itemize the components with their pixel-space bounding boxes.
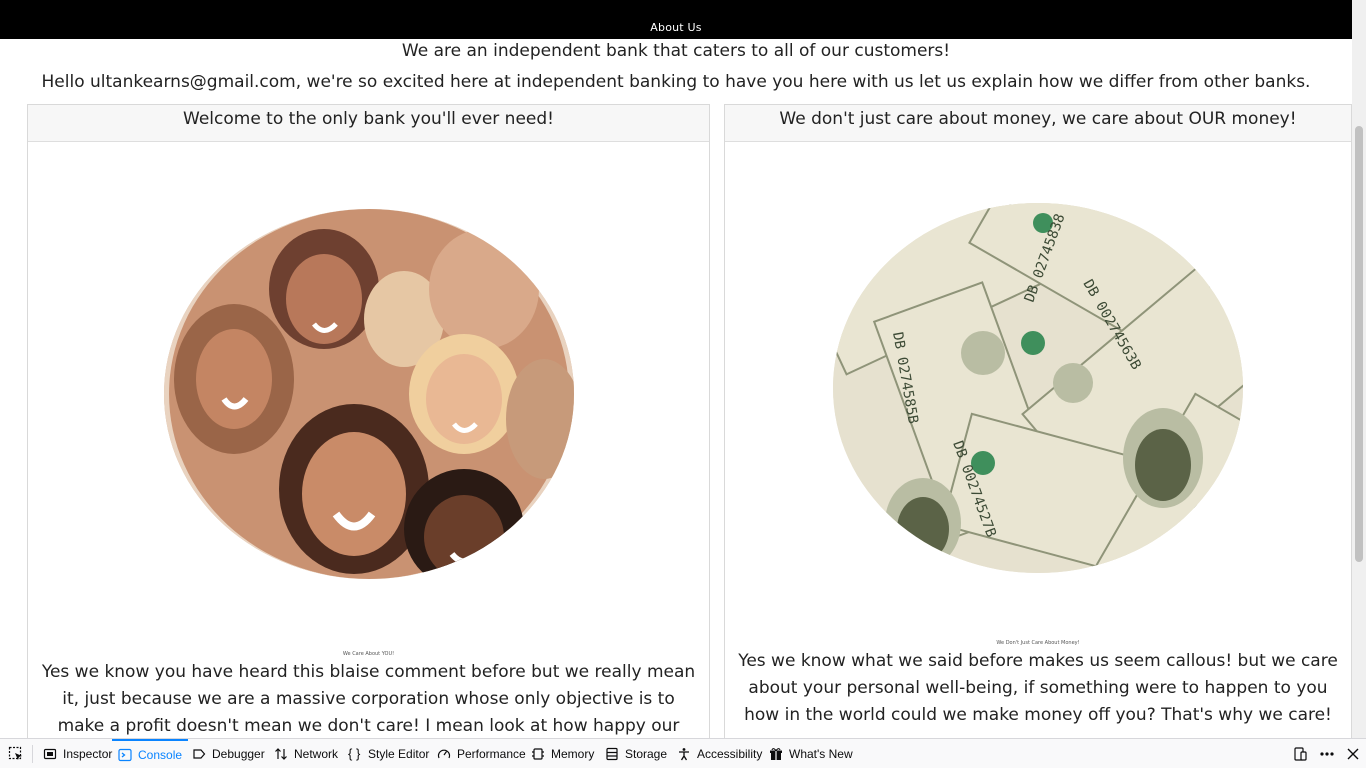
tab-label: Accessibility [697, 746, 763, 761]
page-scrollbar-thumb[interactable] [1355, 126, 1363, 562]
tab-label: Debugger [212, 746, 265, 761]
toolbar-separator [32, 745, 33, 763]
tab-label: What's New [789, 746, 853, 761]
inspector-icon [43, 748, 57, 759]
tab-console[interactable]: Console [112, 739, 189, 768]
nav-about-us-link[interactable]: About Us [0, 21, 1352, 34]
money-pile-photo: DB 02745838 DB 00274563B DB 0274585B DB … [833, 203, 1243, 573]
tab-inspector[interactable]: Inspector [37, 739, 118, 768]
network-icon [275, 747, 287, 760]
gift-icon [770, 747, 782, 760]
card-header: We don't just care about money, we care … [725, 105, 1351, 142]
tab-label: Style Editor [368, 746, 430, 761]
card-header: Welcome to the only bank you'll ever nee… [28, 105, 709, 142]
photo-caption: We Care About YOU! [342, 651, 395, 657]
card-body-text: Yes we know what we said before makes us… [738, 651, 1338, 725]
tab-label: Console [138, 747, 183, 762]
tab-label: Performance [457, 746, 526, 761]
tab-label: Memory [551, 746, 595, 761]
tab-label: Inspector [63, 746, 113, 761]
devtools-toolbar: Inspector Console Debugger Network { } S… [0, 738, 1366, 768]
accessibility-icon [679, 747, 689, 760]
close-icon[interactable] [1345, 746, 1361, 762]
tab-accessibility[interactable]: Accessibility [671, 739, 768, 768]
happy-customers-photo [164, 209, 574, 579]
storage-icon [606, 747, 618, 760]
memory-icon [532, 747, 544, 760]
tab-memory[interactable]: Memory [525, 739, 600, 768]
card-customers: Welcome to the only bank you'll ever nee… [27, 104, 710, 744]
console-icon [118, 748, 132, 761]
tab-label: Network [294, 746, 339, 761]
tab-performance[interactable]: Performance [431, 739, 532, 768]
style-editor-icon: { } [348, 745, 361, 761]
tab-network[interactable]: Network [268, 739, 344, 768]
tab-label: Storage [625, 746, 668, 761]
photo-caption: We Don't Just Care About Money! [996, 640, 1080, 646]
intro-greeting: Hello ultankearns@gmail.com, we're so ex… [41, 72, 1311, 92]
card-body-text: Yes we know you have heard this blaise c… [41, 662, 696, 736]
tab-style-editor[interactable]: { } Style Editor [342, 739, 435, 768]
tab-whats-new[interactable]: What's New [763, 739, 859, 768]
top-navbar: About Us [0, 0, 1352, 39]
tab-debugger[interactable]: Debugger [186, 739, 271, 768]
tab-storage[interactable]: Storage [599, 739, 673, 768]
element-picker-icon[interactable] [8, 746, 24, 762]
card-money: We don't just care about money, we care … [724, 104, 1352, 744]
performance-icon [437, 749, 451, 758]
intro-heading: We are an independent bank that caters t… [401, 41, 951, 61]
debugger-icon [193, 748, 206, 759]
more-options-icon[interactable] [1319, 746, 1335, 762]
responsive-design-icon[interactable] [1292, 746, 1308, 762]
